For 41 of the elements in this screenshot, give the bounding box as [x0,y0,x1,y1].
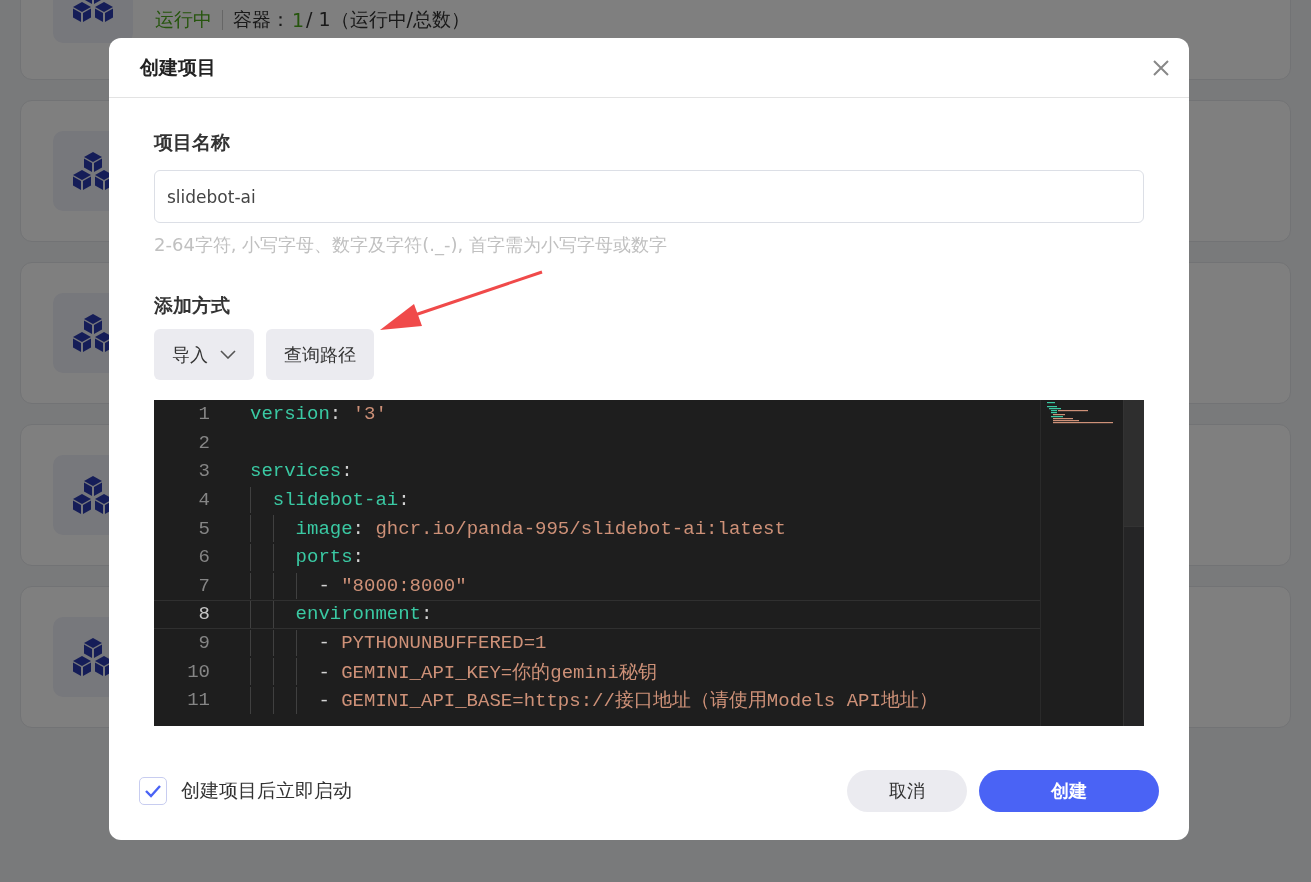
scrollbar[interactable] [1123,400,1144,726]
code-line: - PYTHONUNBUFFERED=1 [318,632,547,655]
code-line: slidebot-ai: [272,489,410,512]
field-hint: 2-64字符, 小写字母、数字及字符(._-), 首字需为小写字母或数字 [154,233,668,257]
status-text: 运行中 [155,7,212,32]
containers-label: 容器： [233,7,290,32]
line-number: 10 [186,660,210,683]
code-line: - GEMINI_API_BASE=https://接口地址（请使用Models API地址） [318,689,938,714]
code-line: ports: [295,546,364,569]
line-number: 5 [197,517,210,540]
dialog-title: 创建项目 [140,54,216,80]
code-line: - GEMINI_API_KEY=你的gemini秘钥 [318,660,657,685]
chevron-down-icon [220,350,236,359]
line-number: 6 [197,546,210,569]
line-number: 9 [197,632,210,655]
field-label: 项目名称 [154,130,231,155]
code-line: environment: [295,603,433,626]
import-dropdown[interactable]: 导入 [154,329,254,380]
line-number: 4 [197,489,210,512]
line-number: 8 [197,603,210,626]
field-label: 添加方式 [154,293,231,318]
line-number: 1 [197,403,210,426]
auto-start-label: 创建项目后立即启动 [181,778,352,803]
line-number: 3 [197,460,210,483]
containers-total: / 1（运行中/总数） [306,7,471,32]
code-line: image: ghcr.io/panda-995/slidebot-ai:latest [295,517,786,540]
close-icon[interactable] [1153,59,1169,76]
cancel-button[interactable]: 取消 [847,770,967,812]
checkmark-icon [144,784,162,798]
code-editor[interactable] [154,400,1144,726]
project-name-field[interactable]: slidebot-ai [154,170,1144,223]
line-number: 7 [197,574,210,597]
code-line: version: '3' [250,403,387,426]
code-line: services: [250,460,353,483]
query-path-button[interactable]: 查询路径 [266,329,374,380]
line-number: 2 [197,431,210,454]
code-line: - "8000:8000" [318,574,467,597]
auto-start-checkbox[interactable] [139,777,167,805]
running-count: 1 [292,9,305,31]
create-button[interactable]: 创建 [979,770,1159,812]
line-number: 11 [186,689,210,712]
